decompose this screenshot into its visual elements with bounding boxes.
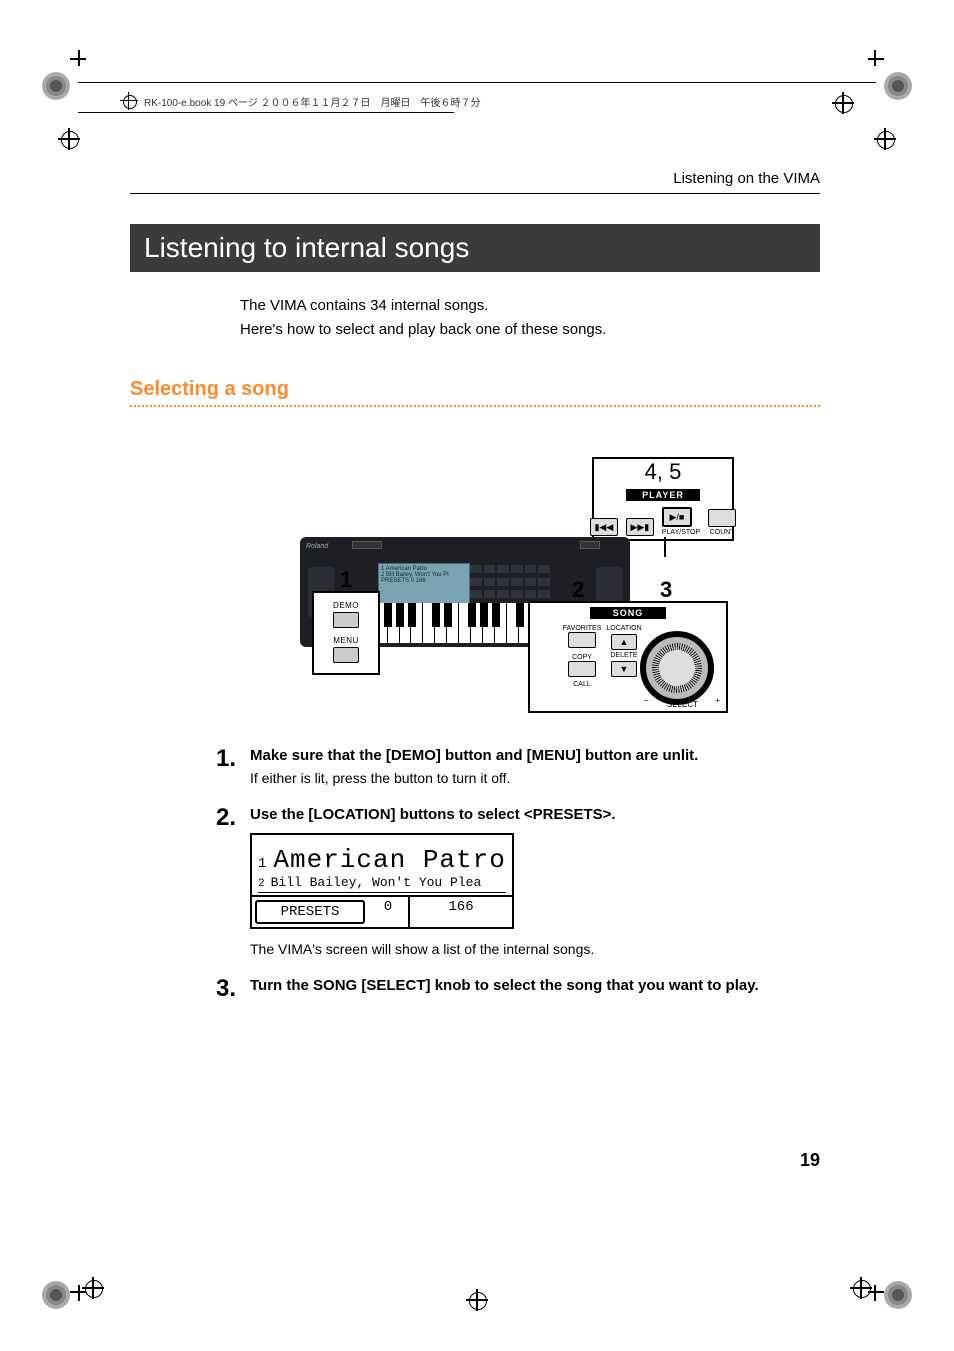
registration-mark-bottom	[466, 1289, 488, 1311]
step-item: 3 Turn the SONG [SELECT] knob to select …	[210, 977, 820, 1001]
crop-ornament-tl	[42, 72, 70, 100]
song-title: SONG	[590, 607, 666, 619]
step-item: 1 Make sure that the [DEMO] button and […	[210, 747, 820, 790]
call-label: CALL	[536, 681, 628, 688]
crop-mark	[868, 1291, 884, 1293]
subsection-dotted-rule	[130, 405, 820, 407]
player-callout-box: 4, 5 PLAYER ▮◀◀ ▶▶▮ ▶/■ PLAY/STOP COUNT	[592, 457, 734, 541]
step-description: If either is lit, press the button to tu…	[250, 770, 820, 786]
intro-line-1: The VIMA contains 34 internal songs.	[240, 294, 820, 318]
demo-menu-callout-box: 1 DEMO MENU	[312, 591, 380, 675]
step-number: 3	[210, 977, 236, 1001]
select-dial-icon	[640, 631, 714, 705]
intro-line-2: Here's how to select and play back one o…	[240, 318, 820, 342]
brand-label: Roland	[306, 543, 328, 550]
callout-number-2: 2	[572, 577, 584, 603]
header-rule	[78, 82, 876, 83]
book-meta: RK-100-e.book 19 ページ ２００６年１１月２７日 月曜日 午後６…	[120, 92, 481, 110]
location-label: LOCATION	[602, 625, 646, 632]
registration-mark-icon	[120, 92, 138, 110]
step-number: 1	[210, 747, 236, 771]
header-rule-bottom	[78, 112, 454, 113]
panel-diagram: 4, 5 PLAYER ▮◀◀ ▶▶▮ ▶/■ PLAY/STOP COUNT	[300, 427, 750, 717]
location-up-button-icon: ▲	[611, 634, 637, 650]
minus-label: −	[643, 696, 648, 705]
section-title-bar: Listening to internal songs	[130, 224, 820, 272]
menu-button-icon	[333, 647, 359, 663]
crop-mark	[78, 1285, 80, 1301]
select-label: SELECT	[667, 700, 698, 709]
lcd-length-cell: 166	[410, 897, 512, 927]
step-title: Use the [LOCATION] buttons to select <PR…	[250, 806, 820, 823]
copy-button-icon	[568, 661, 596, 677]
location-down-button-icon: ▼	[611, 661, 637, 677]
crop-ornament-br	[884, 1281, 912, 1309]
callout-number-45: 4, 5	[594, 459, 732, 485]
button-grid-icon	[470, 565, 550, 601]
player-title: PLAYER	[626, 489, 700, 501]
registration-mark-br	[850, 1277, 872, 1299]
connector-line	[664, 537, 666, 557]
subsection-heading: Selecting a song	[130, 378, 820, 401]
running-head: Listening on the VIMA	[130, 170, 820, 187]
step-title: Turn the SONG [SELECT] knob to select th…	[250, 977, 820, 994]
callout-number-3: 3	[660, 577, 672, 603]
crop-ornament-tr	[884, 72, 912, 100]
menu-label: MENU	[314, 636, 378, 645]
lcd-line2-index: 2	[258, 878, 265, 890]
registration-mark-tr	[874, 128, 896, 150]
crop-mark	[868, 58, 884, 60]
step-title: Make sure that the [DEMO] button and [ME…	[250, 747, 820, 764]
crop-mark	[874, 1285, 876, 1301]
song-callout-box: 2 3 SONG FAVORITES COPY CALL LOCATION ▲ …	[528, 601, 728, 713]
count-label: COUNT	[708, 529, 736, 536]
step-item: 2 Use the [LOCATION] buttons to select <…	[210, 806, 820, 961]
plus-label: +	[715, 696, 720, 705]
demo-label: DEMO	[314, 601, 378, 610]
lcd-line2-text: Bill Bailey, Won't You Plea	[271, 875, 482, 890]
lcd-line1-text: American Patro	[273, 845, 505, 875]
crop-mark	[78, 50, 80, 66]
play-stop-label: PLAY/STOP	[662, 529, 700, 536]
demo-button-icon	[333, 612, 359, 628]
callout-number-1: 1	[340, 567, 352, 593]
lcd-zero-cell: 0	[368, 897, 410, 927]
rewind-button-icon: ▮◀◀	[590, 518, 618, 536]
registration-mark-tr2	[832, 92, 854, 114]
count-button-icon	[708, 509, 736, 527]
lcd-line1-index: 1	[258, 856, 267, 872]
registration-mark-tl	[58, 128, 80, 150]
running-rule	[130, 193, 820, 194]
step-number: 2	[210, 806, 236, 830]
fast-forward-button-icon: ▶▶▮	[626, 518, 654, 536]
lcd-screenshot: 1 American Patro 2 Bill Bailey, Won't Yo…	[250, 833, 514, 929]
crop-mark	[874, 50, 876, 66]
registration-mark-bl	[82, 1277, 104, 1299]
play-stop-button-icon: ▶/■	[662, 507, 692, 527]
step-after-text: The VIMA's screen will show a list of th…	[250, 941, 820, 957]
lcd-presets-cell: PRESETS	[255, 900, 365, 924]
delete-label: DELETE	[602, 652, 646, 659]
crop-ornament-bl	[42, 1281, 70, 1309]
favorites-button-icon	[568, 632, 596, 648]
volume-slider-icon	[352, 541, 382, 549]
book-meta-text: RK-100-e.book 19 ページ ２００６年１１月２７日 月曜日 午後６…	[144, 94, 481, 109]
power-switch-icon	[580, 541, 600, 549]
